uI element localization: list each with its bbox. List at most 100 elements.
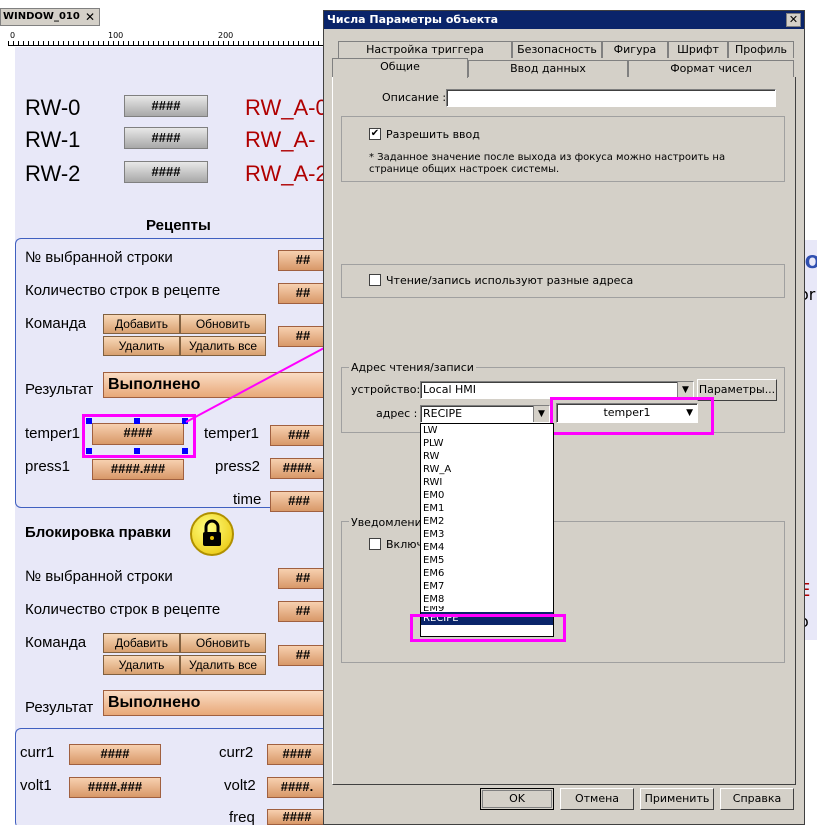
address-option[interactable]: RWI bbox=[421, 476, 553, 489]
rw2-label: RW-2 bbox=[25, 161, 81, 186]
diff-addr-label: Чтение/запись используют разные адреса bbox=[386, 274, 634, 287]
volt2-label: volt2 bbox=[224, 777, 256, 794]
press2-label: press2 bbox=[215, 458, 261, 475]
lock-add-button[interactable]: Добавить bbox=[103, 633, 180, 653]
freq-label: freq bbox=[229, 809, 255, 825]
volt2-field[interactable]: ####. bbox=[267, 777, 327, 798]
help-button[interactable]: Справка bbox=[720, 788, 794, 810]
recipes-command-label: Команда bbox=[25, 315, 87, 332]
tab-shape[interactable]: Фигура bbox=[602, 41, 668, 58]
description-label: Описание : bbox=[382, 91, 447, 104]
curr1-label: curr1 bbox=[20, 744, 55, 761]
curr2-label: curr2 bbox=[219, 744, 254, 761]
ok-button[interactable]: OK bbox=[480, 788, 554, 810]
address-dropdown-list[interactable]: LW PLW RW RW_A RWI EM0 EM1 EM2 EM3 EM4 E… bbox=[420, 423, 554, 637]
vertical-ruler bbox=[0, 47, 15, 825]
recipes-selected-row-label: № выбранной строки bbox=[25, 249, 173, 266]
chevron-down-icon[interactable]: ▼ bbox=[533, 406, 549, 422]
lock-result-field: Выполнено bbox=[103, 690, 328, 716]
focus-note: * Заданное значение после выхода из фоку… bbox=[369, 152, 726, 175]
recipes-add-button[interactable]: Добавить bbox=[103, 314, 180, 334]
rw2-field[interactable]: #### bbox=[124, 161, 208, 183]
press2-field[interactable]: ####. bbox=[270, 458, 328, 479]
curr1-field[interactable]: #### bbox=[69, 744, 161, 765]
padlock-icon bbox=[203, 519, 221, 546]
address-group-title: Адрес чтения/записи bbox=[349, 361, 476, 374]
ruler-mark-100: 100 bbox=[108, 31, 124, 40]
lock-command-field[interactable]: ## bbox=[278, 645, 328, 666]
lock-result-label: Результат bbox=[25, 699, 94, 716]
address-value: RECIPE bbox=[423, 407, 463, 420]
lock-title: Блокировка правки bbox=[25, 524, 172, 541]
address-option[interactable]: EM7 bbox=[421, 580, 553, 593]
selection-handle[interactable] bbox=[182, 448, 188, 454]
selection-handle[interactable] bbox=[86, 448, 92, 454]
tab-general[interactable]: Общие bbox=[332, 58, 468, 78]
ruler-mark-0: 0 bbox=[10, 31, 16, 40]
tab-security[interactable]: Безопасность bbox=[512, 41, 602, 58]
rw1-label: RW-1 bbox=[25, 127, 81, 152]
device-label: устройство: bbox=[351, 383, 421, 396]
selection-handle[interactable] bbox=[86, 418, 92, 424]
volt1-label: volt1 bbox=[20, 777, 52, 794]
apply-button[interactable]: Применить bbox=[640, 788, 714, 810]
lock-icon[interactable] bbox=[190, 512, 234, 556]
window-tab[interactable]: WINDOW_010 ✕ bbox=[0, 8, 100, 26]
notify-checkbox[interactable] bbox=[369, 538, 381, 550]
lock-command-label: Команда bbox=[25, 634, 87, 651]
tab-trigger-settings[interactable]: Настройка триггера действия bbox=[338, 41, 512, 72]
time-field[interactable]: ### bbox=[270, 491, 328, 512]
recipes-selected-row-field[interactable]: ## bbox=[278, 250, 328, 271]
selection-handle[interactable] bbox=[134, 418, 140, 424]
rw1-field[interactable]: #### bbox=[124, 127, 208, 149]
dialog-close-icon[interactable]: ✕ bbox=[786, 13, 801, 27]
address-option[interactable]: EM1 bbox=[421, 502, 553, 515]
freq-field[interactable]: #### bbox=[267, 809, 327, 825]
address-option[interactable]: EM5 bbox=[421, 554, 553, 567]
tab-profile[interactable]: Профиль bbox=[728, 41, 794, 58]
tab-number-format[interactable]: Формат чисел bbox=[628, 60, 794, 77]
address-option[interactable]: EM2 bbox=[421, 515, 553, 528]
lock-selected-row-label: № выбранной строки bbox=[25, 568, 173, 585]
lock-row-count-field[interactable]: ## bbox=[278, 601, 328, 622]
address-option[interactable]: EM0 bbox=[421, 489, 553, 502]
rw0-field[interactable]: #### bbox=[124, 95, 208, 117]
curr2-field[interactable]: #### bbox=[267, 744, 327, 765]
recipes-title: Рецепты bbox=[146, 217, 211, 234]
allow-input-checkbox[interactable]: ✔ bbox=[369, 128, 381, 140]
rw2-address: RW_A-2 bbox=[245, 161, 328, 186]
address-option[interactable]: EM4 bbox=[421, 541, 553, 554]
press1-label: press1 bbox=[25, 458, 71, 475]
lock-delete-all-button[interactable]: Удалить все bbox=[180, 655, 266, 675]
lock-update-button[interactable]: Обновить bbox=[180, 633, 266, 653]
lock-delete-button[interactable]: Удалить bbox=[103, 655, 180, 675]
selection-handle[interactable] bbox=[134, 448, 140, 454]
recipes-row-count-label: Количество строк в рецепте bbox=[25, 282, 221, 299]
address-option[interactable]: PLW bbox=[421, 437, 553, 450]
address-option[interactable]: RW bbox=[421, 450, 553, 463]
rw1-address: RW_A- bbox=[245, 127, 316, 152]
cancel-button[interactable]: Отмена bbox=[560, 788, 634, 810]
chevron-down-icon[interactable]: ▼ bbox=[677, 382, 693, 398]
address-option[interactable]: EM3 bbox=[421, 528, 553, 541]
address-option[interactable]: EM6 bbox=[421, 567, 553, 580]
rw0-address: RW_A-0 bbox=[245, 95, 328, 120]
diff-addr-checkbox[interactable] bbox=[369, 274, 381, 286]
tab-font[interactable]: Шрифт bbox=[668, 41, 728, 58]
rw0-label: RW-0 bbox=[25, 95, 81, 120]
temper1-label: temper1 bbox=[25, 425, 81, 442]
close-icon[interactable]: ✕ bbox=[85, 9, 95, 25]
address-combo[interactable]: RECIPE ▼ bbox=[420, 405, 550, 423]
tab-data-input[interactable]: Ввод данных bbox=[468, 60, 628, 77]
description-input[interactable] bbox=[446, 89, 776, 107]
address-option[interactable]: LW bbox=[421, 424, 553, 437]
press1-field[interactable]: ####.### bbox=[92, 459, 184, 480]
lock-selected-row-field[interactable]: ## bbox=[278, 568, 328, 589]
recipes-delete-button[interactable]: Удалить bbox=[103, 336, 180, 356]
address-option[interactable]: RW_A bbox=[421, 463, 553, 476]
volt1-field[interactable]: ####.### bbox=[69, 777, 161, 798]
address-option[interactable]: EM8 bbox=[421, 593, 553, 606]
lock-row-count-label: Количество строк в рецепте bbox=[25, 601, 221, 618]
tag-highlight bbox=[550, 397, 714, 435]
notify-checkbox-label: Включ bbox=[386, 538, 423, 551]
